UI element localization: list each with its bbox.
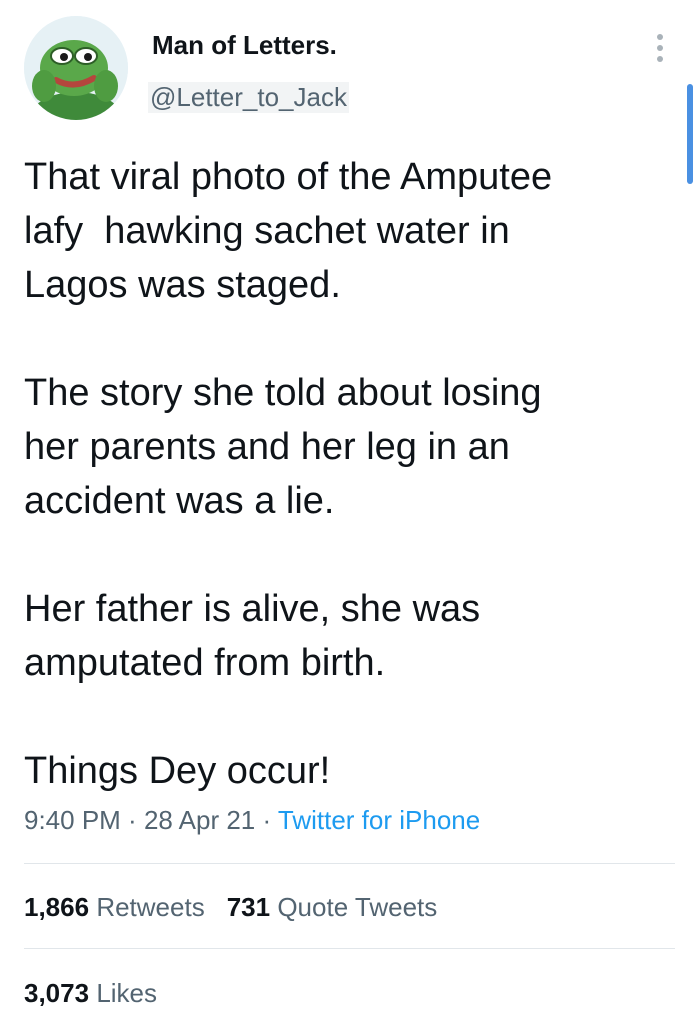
retweets-label: Retweets [96,892,205,922]
tweet-line: Lagos was staged. [24,264,341,306]
retweet-stats-row: 1,866 Retweets 731 Quote Tweets [24,892,459,923]
avatar[interactable] [24,16,128,120]
tweet-line: That viral photo of the Amputee [24,156,553,198]
likes-stat[interactable]: 3,073 Likes [24,978,157,1009]
tweet-metadata: 9:40 PM · 28 Apr 21 · Twitter for iPhone [24,805,480,836]
likes-stats-row: 3,073 Likes [24,978,179,1009]
tweet-line: her parents and her leg in an [24,426,510,468]
retweets-stat[interactable]: 1,866 Retweets [24,892,205,923]
frog-avatar-icon [24,16,128,120]
author-display-name[interactable]: Man of Letters. [152,30,337,61]
author-handle[interactable]: @Letter_to_Jack [148,82,349,113]
quote-tweets-label: Quote Tweets [277,892,438,922]
scrollbar-thumb[interactable] [687,84,693,184]
tweet-date[interactable]: 28 Apr 21 [144,805,255,835]
tweet-detail-page: Man of Letters. @Letter_to_Jack That vir… [0,0,699,1024]
tweet-text: That viral photo of the Amputee lafy haw… [24,150,664,798]
tweet-line: The story she told about losing [24,372,542,414]
tweet-source-link[interactable]: Twitter for iPhone [278,805,480,835]
quote-tweets-stat[interactable]: 731 Quote Tweets [227,892,438,923]
meta-separator: · [255,805,278,835]
tweet-line: lafy hawking sachet water in [24,210,510,252]
meta-separator: · [120,805,144,835]
likes-label: Likes [96,978,158,1008]
tweet-line: amputated from birth. [24,642,386,684]
tweet-line: accident was a lie. [24,480,335,522]
more-options-icon [657,34,663,40]
retweets-count: 1,866 [24,892,90,922]
divider [24,948,675,949]
tweet-time[interactable]: 9:40 PM [24,805,121,835]
likes-count: 3,073 [24,978,90,1008]
tweet-line: Things Dey occur! [24,750,331,792]
divider [24,863,675,864]
more-options-button[interactable] [648,30,672,66]
quote-tweets-count: 731 [226,892,271,922]
tweet-line: Her father is alive, she was [24,588,481,630]
